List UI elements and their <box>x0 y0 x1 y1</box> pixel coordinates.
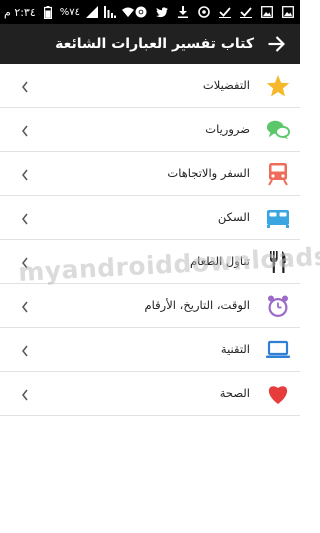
status-right-group <box>135 0 294 24</box>
page-title: كتاب تفسير العبارات الشائعة <box>55 36 254 52</box>
heart-icon <box>266 382 290 406</box>
back-button[interactable] <box>264 32 288 56</box>
fork-knife-icon <box>266 250 290 274</box>
chevron-left-icon <box>20 387 30 401</box>
chat-bubbles-icon <box>266 118 290 142</box>
image-icon <box>261 6 273 18</box>
chevron-left-icon <box>20 123 30 137</box>
list-item-dining[interactable]: تناول الطعام <box>0 240 300 284</box>
clock-icon <box>198 6 210 18</box>
chrome-icon <box>135 6 147 18</box>
battery-icon <box>42 5 54 19</box>
list-item-health[interactable]: الصحة <box>0 372 300 416</box>
chevron-left-icon <box>20 343 30 357</box>
list-item-label: السفر والاتجاهات <box>167 166 250 180</box>
status-bar: ٢:٣٤ م %٧٤ <box>0 0 300 24</box>
laptop-icon <box>266 338 290 362</box>
chevron-left-icon <box>20 211 30 225</box>
chevron-left-icon <box>20 167 30 181</box>
download-icon <box>177 6 189 18</box>
train-icon <box>266 162 290 186</box>
arrow-forward-icon <box>267 35 285 53</box>
list-item-accommodation[interactable]: السكن <box>0 196 300 240</box>
list-item-travel[interactable]: السفر والاتجاهات <box>0 152 300 196</box>
star-icon <box>266 74 290 98</box>
status-left-group: ٢:٣٤ م %٧٤ <box>4 0 135 24</box>
list-item-favorites[interactable]: التفضيلات <box>0 64 300 108</box>
list-item-time-date-numbers[interactable]: الوقت، التاريخ، الأرقام <box>0 284 300 328</box>
chevron-left-icon <box>20 299 30 313</box>
list-item-essentials[interactable]: ضروريات <box>0 108 300 152</box>
category-list: التفضيلات ضروريات السفر والاتجاهات السكن <box>0 64 300 416</box>
list-item-technology[interactable]: التقنية <box>0 328 300 372</box>
app-bar: كتاب تفسير العبارات الشائعة <box>0 24 300 64</box>
signal-bars-icon <box>104 6 117 18</box>
image-icon <box>282 6 294 18</box>
alarm-clock-icon <box>266 294 290 318</box>
battery-percent: %٧٤ <box>59 6 81 18</box>
list-item-label: تناول الطعام <box>189 254 250 268</box>
status-time: ٢:٣٤ م <box>4 5 36 19</box>
list-item-label: التقنية <box>220 342 250 356</box>
list-item-label: السكن <box>217 210 250 224</box>
chevron-left-icon <box>20 79 30 93</box>
list-item-label: الوقت، التاريخ، الأرقام <box>144 298 250 312</box>
check-icon <box>240 6 252 18</box>
list-item-label: الصحة <box>219 386 250 400</box>
list-item-label: ضروريات <box>205 122 250 136</box>
wifi-icon <box>122 6 135 18</box>
twitter-icon <box>156 6 168 18</box>
bed-icon <box>266 206 290 230</box>
chevron-left-icon <box>20 255 30 269</box>
signal-icon <box>86 6 99 18</box>
list-item-label: التفضيلات <box>202 78 250 92</box>
check-icon <box>219 6 231 18</box>
